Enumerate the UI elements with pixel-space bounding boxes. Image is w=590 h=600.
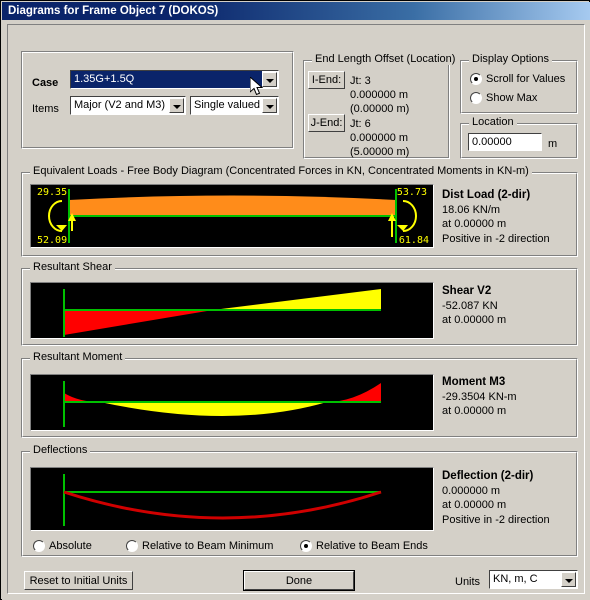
equivalent-loads-diagram[interactable]: 29.35 52.09 53.73 61.84 [30,184,434,248]
items-combo-value[interactable]: Major (V2 and M3) [71,97,169,114]
page-title: Diagrams for Frame Object 7 (DOKOS) [8,5,219,17]
units-combo-value[interactable]: KN, m, C [490,571,561,588]
deflection-readout-note: Positive in -2 direction [442,513,550,526]
radio-dot-icon[interactable] [126,540,138,552]
j-end-button-label: J-End: [310,117,343,129]
done-button-label: Done [285,574,313,587]
radio-dot-icon[interactable] [470,73,482,85]
fbd-label-bottom-right: 61.84 [398,235,429,246]
deflection-readout-value: 0.000000 m [442,484,501,497]
fbd-label-top-left: 29.35 [37,187,68,198]
radio-dot-icon[interactable] [470,92,482,104]
equivalent-loads-readout-location: at 0.00000 m [442,218,507,230]
window-title-bar: Diagrams for Frame Object 7 (DOKOS) [2,2,590,20]
dialog-client-area: Case 1.35G+1.5Q Items Major (V2 and M3) … [2,20,590,600]
radio-scroll-for-values-label: Scroll for Values [486,73,566,85]
equivalent-loads-readout-title: Dist Load (2-dir) [442,189,531,201]
i-end-button[interactable]: I-End: [308,71,345,89]
location-input[interactable]: 0.00000 [468,133,542,151]
equivalent-loads-readout: Dist Load (2-dir) 18.06 KN/m at 0.00000 … [442,188,550,246]
resultant-shear-diagram[interactable] [30,282,434,339]
resultant-moment-readout: Moment M3 -29.3504 KN-m at 0.00000 m [442,375,517,419]
fbd-label-bottom-left: 52.09 [37,235,68,246]
shear-readout-title: Shear V2 [442,285,492,297]
shear-readout-value: -52.087 KN [442,299,498,312]
valued-combo-value[interactable]: Single valued [191,97,262,114]
diagrams-dialog: Diagrams for Frame Object 7 (DOKOS) Case… [0,0,590,600]
deflections-readout: Deflection (2-dir) 0.000000 m at 0.00000… [442,469,550,527]
shear-diagram-svg [31,283,433,338]
items-label: Items [32,103,59,115]
equivalent-loads-readout-value: 18.06 KN/m [442,203,501,216]
items-combo[interactable]: Major (V2 and M3) [70,96,186,115]
location-units-label: m [548,138,558,150]
done-button[interactable]: Done [243,570,355,591]
j-end-offset: 0.000000 m [350,132,409,144]
resultant-moment-diagram[interactable] [30,374,434,431]
case-label: Case [32,77,59,89]
case-combo[interactable]: 1.35G+1.5Q [70,70,279,89]
location-title: Location [469,117,517,128]
radio-dot-icon[interactable] [33,540,45,552]
j-end-joint: Jt: 6 [350,118,371,130]
reset-button-label: Reset to Initial Units [29,574,128,587]
deflections-diagram[interactable] [30,467,434,531]
i-end-location: (0.00000 m) [350,103,410,115]
end-length-offset-title: End Length Offset (Location) [312,54,459,65]
valued-combo[interactable]: Single valued [190,96,279,115]
moment-readout-location: at 0.00000 m [442,405,507,417]
units-combo[interactable]: KN, m, C [489,570,578,589]
radio-relative-to-beam-ends-label: Relative to Beam Ends [316,540,428,552]
i-end-offset: 0.000000 m [350,89,409,101]
j-end-button[interactable]: J-End: [308,114,345,132]
deflection-readout-location: at 0.00000 m [442,499,507,511]
radio-relative-to-beam-minimum-label: Relative to Beam Minimum [142,540,274,552]
resultant-moment-title: Resultant Moment [30,352,126,363]
radio-show-max-label: Show Max [486,92,538,104]
free-body-diagram-svg [31,185,433,247]
display-options-group: Display Options [460,54,578,114]
radio-dot-icon[interactable] [300,540,312,552]
chevron-down-icon[interactable] [169,98,184,113]
moment-readout-title: Moment M3 [442,376,506,388]
deflections-title: Deflections [30,445,91,456]
equivalent-loads-title: Equivalent Loads - Free Body Diagram (Co… [30,166,532,177]
radio-absolute-label: Absolute [49,540,92,552]
shear-readout-location: at 0.00000 m [442,314,507,326]
equivalent-loads-readout-note: Positive in -2 direction [442,232,550,245]
reset-to-initial-units-button[interactable]: Reset to Initial Units [24,571,133,590]
deflection-readout-title: Deflection (2-dir) [442,470,534,482]
i-end-joint: Jt: 3 [350,75,371,87]
case-combo-value[interactable]: 1.35G+1.5Q [71,71,262,88]
chevron-down-icon[interactable] [262,72,277,87]
units-label: Units [455,576,481,588]
i-end-button-label: I-End: [311,74,342,86]
moment-readout-value: -29.3504 KN-m [442,390,517,403]
chevron-down-icon[interactable] [262,98,277,113]
display-options-title: Display Options [469,54,553,65]
j-end-location: (5.00000 m) [350,146,410,158]
resultant-shear-readout: Shear V2 -52.087 KN at 0.00000 m [442,284,506,328]
deflection-diagram-svg [31,468,433,530]
chevron-down-icon[interactable] [561,572,576,587]
fbd-label-top-right: 53.73 [396,187,427,198]
moment-diagram-svg [31,375,433,430]
resultant-shear-title: Resultant Shear [30,262,115,273]
